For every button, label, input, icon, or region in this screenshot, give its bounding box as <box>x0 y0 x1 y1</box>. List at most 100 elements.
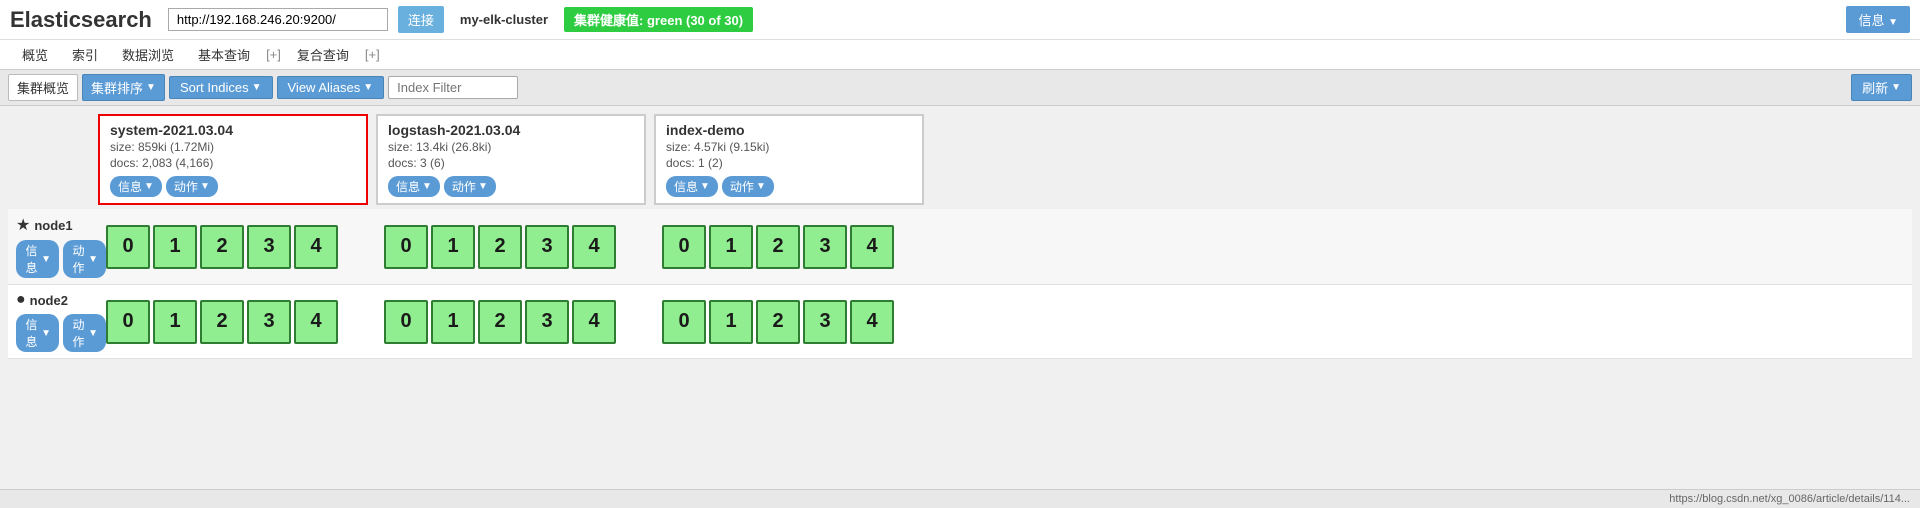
shard-cell-node2-i1-s1[interactable]: 1 <box>431 300 475 344</box>
index-card-header-index-demo: index-demo size: 4.57ki (9.15ki) docs: 1 (… <box>654 114 924 205</box>
index-headers-row: system-2021.03.04size: 859ki (1.72Mi)doc… <box>98 114 1912 209</box>
refresh-button[interactable]: 刷新 ▼ <box>1851 74 1912 101</box>
index-info-button-index-demo[interactable]: 信息 ▼ <box>666 176 718 197</box>
index-card-size-system-2021.03.04: size: 859ki (1.72Mi) <box>110 140 356 154</box>
sort-indices-caret: ▼ <box>252 82 262 93</box>
node-info-node1: ★node1 信息 ▼动作 ▼ <box>16 215 106 278</box>
connect-button[interactable]: 连接 <box>398 6 444 33</box>
index-card-index-demo: index-demo size: 4.57ki (9.15ki) docs: 1 (… <box>654 114 924 209</box>
index-card-docs-system-2021.03.04: docs: 2,083 (4,166) <box>110 156 356 170</box>
index-card-size-logstash-2021.03.04: size: 13.4ki (26.8ki) <box>388 140 634 154</box>
status-bar: https://blog.csdn.net/xg_0086/article/de… <box>0 489 1920 508</box>
toolbar: 集群概览 集群排序 ▼ Sort Indices ▼ View Aliases … <box>0 70 1920 106</box>
cluster-overview-button[interactable]: 集群概览 <box>8 74 78 101</box>
node-info-button-node1[interactable]: 信息 ▼ <box>16 240 59 278</box>
shard-cell-node1-i2-s3[interactable]: 3 <box>803 225 847 269</box>
node-icon-name-node2: ● node2 <box>16 291 68 309</box>
health-badge: 集群健康值: green (30 of 30) <box>564 7 753 32</box>
node-row-node1: ★node1信息 ▼动作 ▼012340123401234 <box>8 209 1912 285</box>
shard-cell-node2-i0-s0[interactable]: 0 <box>106 300 150 344</box>
index-filter-input[interactable] <box>388 76 518 99</box>
shard-cell-node1-i1-s1[interactable]: 1 <box>431 225 475 269</box>
cluster-sort-button[interactable]: 集群排序 ▼ <box>82 74 165 101</box>
shard-cell-node1-i0-s3[interactable]: 3 <box>247 225 291 269</box>
app-header: Elasticsearch 连接 my-elk-cluster 集群健康值: g… <box>0 0 1920 40</box>
refresh-caret: ▼ <box>1891 82 1901 93</box>
index-action-button-logstash-2021.03.04[interactable]: 动作 ▼ <box>444 176 496 197</box>
circle-icon: ● <box>16 291 26 309</box>
node-info-button-node2[interactable]: 信息 ▼ <box>16 314 59 352</box>
index-card-btns-index-demo: 信息 ▼动作 ▼ <box>666 176 912 197</box>
tab-overview[interactable]: 概览 <box>10 40 60 69</box>
shard-cell-node2-i2-s1[interactable]: 1 <box>709 300 753 344</box>
tab-index[interactable]: 索引 <box>60 40 110 69</box>
shard-cell-node2-i2-s3[interactable]: 3 <box>803 300 847 344</box>
shard-cell-node1-i1-s4[interactable]: 4 <box>572 225 616 269</box>
view-aliases-button[interactable]: View Aliases ▼ <box>277 76 385 99</box>
shard-cell-node2-i0-s4[interactable]: 4 <box>294 300 338 344</box>
node-info-node2: ● node2 信息 ▼动作 ▼ <box>16 291 106 352</box>
index-card-logstash-2021.03.04: logstash-2021.03.04 size: 13.4ki (26.8ki)… <box>376 114 646 209</box>
shard-group-node0-index1: 01234 <box>384 225 654 269</box>
tab-complex-query[interactable]: 复合查询 <box>285 40 361 69</box>
shard-cell-node2-i1-s2[interactable]: 2 <box>478 300 522 344</box>
index-card-docs-index-demo: docs: 1 (2) <box>666 156 912 170</box>
cluster-sort-caret: ▼ <box>146 82 156 93</box>
basic-query-plus: [+] <box>262 42 285 67</box>
index-card-title-index-demo: index-demo <box>666 122 912 138</box>
nav-tabs: 概览 索引 数据浏览 基本查询 [+] 复合查询 [+] <box>0 40 1920 70</box>
cluster-url-input[interactable] <box>168 8 388 31</box>
node-name-label-node2: node2 <box>30 293 68 308</box>
node-action-button-node2[interactable]: 动作 ▼ <box>63 314 106 352</box>
shard-cell-node1-i2-s0[interactable]: 0 <box>662 225 706 269</box>
shard-cell-node1-i1-s2[interactable]: 2 <box>478 225 522 269</box>
shard-cell-node1-i0-s2[interactable]: 2 <box>200 225 244 269</box>
node-btns-node2: 信息 ▼动作 ▼ <box>16 314 106 352</box>
tab-data-browser[interactable]: 数据浏览 <box>110 40 186 69</box>
index-info-button-system-2021.03.04[interactable]: 信息 ▼ <box>110 176 162 197</box>
shard-cell-node2-i0-s1[interactable]: 1 <box>153 300 197 344</box>
view-aliases-caret: ▼ <box>363 82 373 93</box>
shard-cell-node1-i0-s4[interactable]: 4 <box>294 225 338 269</box>
index-card-title-logstash-2021.03.04: logstash-2021.03.04 <box>388 122 634 138</box>
status-url: https://blog.csdn.net/xg_0086/article/de… <box>1669 493 1910 505</box>
shard-cell-node1-i2-s2[interactable]: 2 <box>756 225 800 269</box>
index-card-docs-logstash-2021.03.04: docs: 3 (6) <box>388 156 634 170</box>
shard-cell-node2-i2-s4[interactable]: 4 <box>850 300 894 344</box>
shard-cell-node1-i2-s4[interactable]: 4 <box>850 225 894 269</box>
node-row-node2: ●node2信息 ▼动作 ▼012340123401234 <box>8 285 1912 359</box>
node-rows: ★node1信息 ▼动作 ▼012340123401234●node2信息 ▼动… <box>8 209 1912 359</box>
shard-group-node1-index0: 01234 <box>106 300 376 344</box>
shard-cell-node2-i2-s2[interactable]: 2 <box>756 300 800 344</box>
shard-cell-node1-i1-s3[interactable]: 3 <box>525 225 569 269</box>
shard-cell-node2-i2-s0[interactable]: 0 <box>662 300 706 344</box>
index-card-system-2021.03.04: system-2021.03.04size: 859ki (1.72Mi)doc… <box>98 114 368 209</box>
node-icon-name-node1: ★node1 <box>16 215 73 235</box>
shard-cell-node2-i0-s2[interactable]: 2 <box>200 300 244 344</box>
index-card-btns-logstash-2021.03.04: 信息 ▼动作 ▼ <box>388 176 634 197</box>
index-action-button-system-2021.03.04[interactable]: 动作 ▼ <box>166 176 218 197</box>
shard-cell-node2-i0-s3[interactable]: 3 <box>247 300 291 344</box>
tab-basic-query[interactable]: 基本查询 <box>186 40 262 69</box>
index-card-header-logstash-2021.03.04: logstash-2021.03.04 size: 13.4ki (26.8ki)… <box>376 114 646 205</box>
index-card-size-index-demo: size: 4.57ki (9.15ki) <box>666 140 912 154</box>
cluster-name: my-elk-cluster <box>460 12 548 27</box>
shard-cell-node1-i1-s0[interactable]: 0 <box>384 225 428 269</box>
complex-query-plus: [+] <box>361 42 384 67</box>
shard-cell-node1-i2-s1[interactable]: 1 <box>709 225 753 269</box>
info-top-button[interactable]: 信息 ▼ <box>1846 6 1910 33</box>
index-action-button-index-demo[interactable]: 动作 ▼ <box>722 176 774 197</box>
shard-cell-node2-i1-s0[interactable]: 0 <box>384 300 428 344</box>
sort-indices-button[interactable]: Sort Indices ▼ <box>169 76 273 99</box>
shard-cell-node2-i1-s3[interactable]: 3 <box>525 300 569 344</box>
star-icon: ★ <box>16 215 30 235</box>
shard-group-node0-index0: 01234 <box>106 225 376 269</box>
node-action-button-node1[interactable]: 动作 ▼ <box>63 240 106 278</box>
shard-cell-node1-i0-s0[interactable]: 0 <box>106 225 150 269</box>
index-info-button-logstash-2021.03.04[interactable]: 信息 ▼ <box>388 176 440 197</box>
shard-group-node1-index1: 01234 <box>384 300 654 344</box>
shard-cell-node2-i1-s4[interactable]: 4 <box>572 300 616 344</box>
node-btns-node1: 信息 ▼动作 ▼ <box>16 240 106 278</box>
shard-cell-node1-i0-s1[interactable]: 1 <box>153 225 197 269</box>
index-card-header-system-2021.03.04: system-2021.03.04size: 859ki (1.72Mi)doc… <box>98 114 368 205</box>
